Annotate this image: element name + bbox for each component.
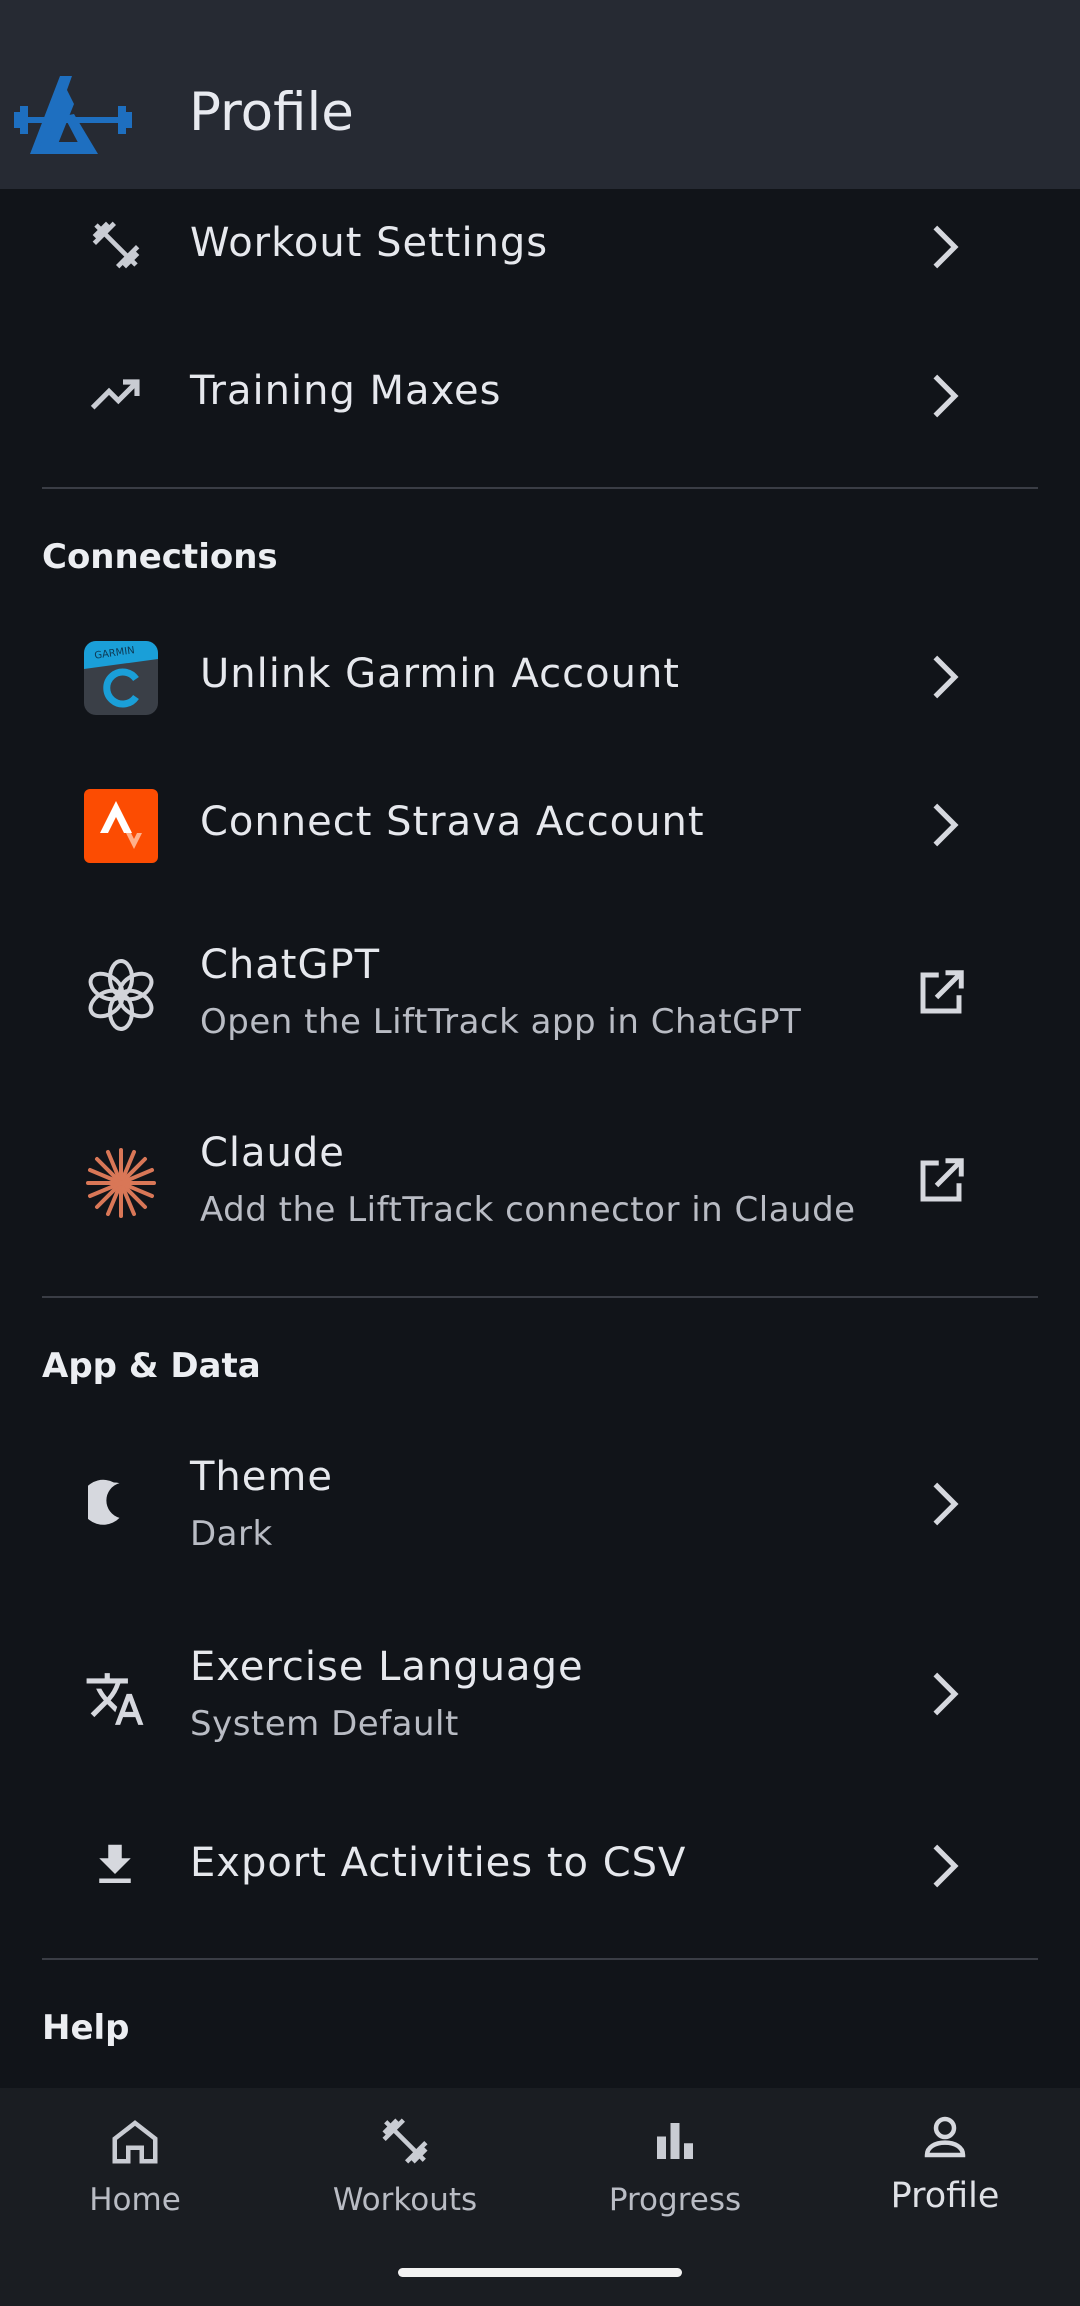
list-item-export-csv[interactable]: Export Activities to CSV bbox=[0, 1808, 1080, 1923]
section-header-help: Help bbox=[42, 2008, 130, 2048]
chevron-right-icon bbox=[933, 1844, 959, 1888]
chevron-right-icon bbox=[933, 655, 959, 699]
list-item-label: Workout Settings bbox=[190, 220, 549, 266]
section-header-connections: Connections bbox=[42, 537, 278, 577]
list-item-garmin[interactable]: GARMIN Unlink Garmin Account bbox=[0, 619, 1080, 734]
list-item-label: Theme bbox=[190, 1454, 333, 1500]
garmin-icon: GARMIN bbox=[84, 641, 158, 715]
nav-label: Profile bbox=[890, 2176, 1000, 2216]
section-header-app-data: App & Data bbox=[42, 1346, 261, 1386]
chevron-right-icon bbox=[933, 374, 959, 418]
chatgpt-icon bbox=[88, 959, 154, 1031]
list-item-label: Unlink Garmin Account bbox=[200, 651, 680, 697]
list-item-sublabel: System Default bbox=[190, 1704, 459, 1744]
list-item-theme[interactable]: Theme Dark bbox=[0, 1432, 1080, 1582]
nav-home[interactable]: Home bbox=[0, 2088, 270, 2228]
list-item-claude[interactable]: Claude Add the LiftTrack connector in Cl… bbox=[0, 1108, 1080, 1258]
nav-label: Workouts bbox=[332, 2182, 478, 2218]
list-item-strava[interactable]: Connect Strava Account bbox=[0, 767, 1080, 882]
nav-profile[interactable]: Profile bbox=[810, 2088, 1080, 2228]
dumbbell-icon bbox=[92, 221, 140, 269]
translate-icon bbox=[86, 1673, 144, 1725]
download-icon bbox=[99, 1844, 131, 1883]
nav-label: Home bbox=[89, 2182, 181, 2218]
chevron-right-icon bbox=[933, 803, 959, 847]
open-external-icon bbox=[920, 970, 964, 1014]
list-item-label: Exercise Language bbox=[190, 1644, 584, 1690]
strava-icon bbox=[84, 789, 158, 863]
trending-up-icon bbox=[90, 379, 140, 410]
list-item-label: ChatGPT bbox=[200, 942, 381, 988]
list-item-workout-settings[interactable]: Workout Settings bbox=[0, 189, 1080, 304]
divider bbox=[42, 487, 1038, 489]
nav-workouts[interactable]: Workouts bbox=[270, 2088, 540, 2228]
list-item-label: Export Activities to CSV bbox=[190, 1840, 687, 1886]
person-icon bbox=[924, 2116, 966, 2158]
app-logo-icon bbox=[14, 76, 132, 154]
divider bbox=[42, 1296, 1038, 1298]
list-item-label: Claude bbox=[200, 1130, 345, 1176]
list-item-sublabel: Add the LiftTrack connector in Claude bbox=[200, 1190, 856, 1230]
list-item-training-maxes[interactable]: Training Maxes bbox=[0, 338, 1080, 453]
home-icon bbox=[112, 2120, 158, 2164]
list-item-label: Connect Strava Account bbox=[200, 799, 705, 845]
dumbbell-icon bbox=[382, 2118, 428, 2164]
nav-label: Progress bbox=[608, 2182, 742, 2218]
app-bar: Profile bbox=[0, 0, 1080, 189]
chevron-right-icon bbox=[933, 225, 959, 269]
page-title: Profile bbox=[189, 82, 354, 143]
list-item-label: Training Maxes bbox=[190, 368, 502, 414]
open-external-icon bbox=[920, 1158, 964, 1202]
list-item-sublabel: Dark bbox=[190, 1514, 273, 1554]
nav-progress[interactable]: Progress bbox=[540, 2088, 810, 2228]
bar-chart-icon bbox=[657, 2123, 693, 2159]
claude-icon bbox=[86, 1148, 156, 1218]
chevron-right-icon bbox=[933, 1482, 959, 1526]
list-item-sublabel: Open the LiftTrack app in ChatGPT bbox=[200, 1002, 802, 1042]
list-item-exercise-language[interactable]: Exercise Language System Default bbox=[0, 1622, 1080, 1772]
chevron-right-icon bbox=[933, 1672, 959, 1716]
moon-icon bbox=[88, 1479, 120, 1525]
gesture-handle[interactable] bbox=[398, 2268, 682, 2277]
divider bbox=[42, 1958, 1038, 1960]
list-item-chatgpt[interactable]: ChatGPT Open the LiftTrack app in ChatGP… bbox=[0, 920, 1080, 1070]
